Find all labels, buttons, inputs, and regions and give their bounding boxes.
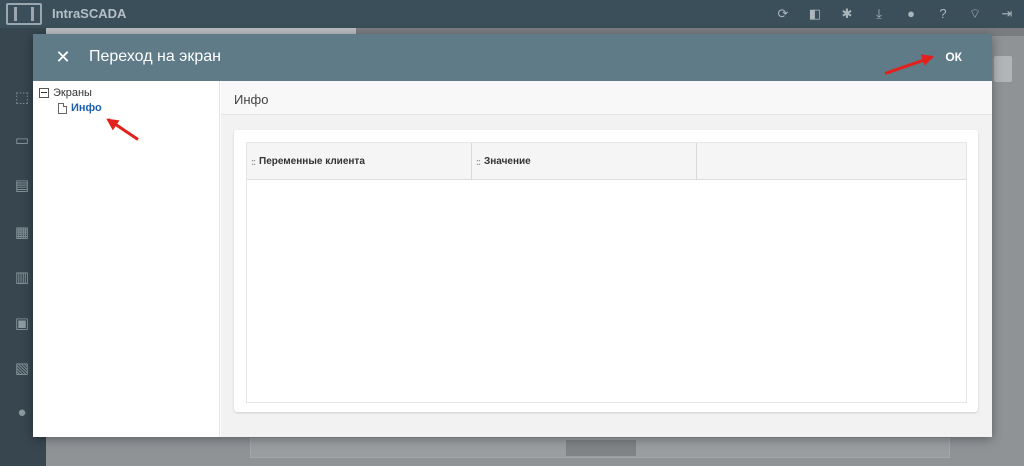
tree-item-label: Инфо [71,102,102,114]
app-toolbar: ⟳ ◧ ✱ ⤓ ● ? ⌔ ⇥ [774,5,1016,23]
document-icon [58,102,67,114]
screen-tree: Экраны Инфо [33,81,220,437]
database-icon[interactable]: ▣ [10,314,34,334]
dialog-header: ✕ Переход на экран ОК [33,34,992,81]
modules-icon[interactable]: ▦ [10,223,34,243]
preview-card: :: Переменные клиента :: Значение [234,130,978,412]
column-label: Переменные клиента [259,156,365,167]
close-icon[interactable]: ✕ [53,47,73,67]
goto-screen-dialog: ✕ Переход на экран ОК Экраны Инфо Инфо :… [33,34,992,437]
app-title: IntraSCADA [52,6,127,21]
reports-icon[interactable]: ▤ [10,176,34,196]
tree-root[interactable]: Экраны [39,87,92,99]
client-variables-table: :: Переменные клиента :: Значение [246,142,967,403]
app-header: IntraSCADA ⟳ ◧ ✱ ⤓ ● ? ⌔ ⇥ [0,0,1024,28]
logout-icon[interactable]: ⇥ [998,5,1016,23]
background-button [994,56,1012,82]
refresh-icon[interactable]: ⟳ [774,5,792,23]
drag-handle-icon[interactable]: :: [476,157,481,167]
ok-button[interactable]: ОК [941,48,966,66]
preview-title: Инфо [234,92,269,107]
screens-icon[interactable]: ▭ [10,131,34,151]
collapse-icon[interactable] [39,88,49,98]
drag-handle-icon[interactable]: :: [251,157,256,167]
tree-root-label: Экраны [53,87,92,99]
column-header-variables[interactable]: :: Переменные клиента [247,143,472,180]
app-logo [6,3,42,25]
tree-item-info[interactable]: Инфо [58,102,102,114]
download-icon[interactable]: ⤓ [870,5,888,23]
bug-icon[interactable]: ● [902,5,920,23]
settings-icon[interactable]: ✱ [838,5,856,23]
table-header: :: Переменные клиента :: Значение [247,143,966,180]
screen-icon[interactable]: ◧ [806,5,824,23]
user-icon[interactable]: ● [10,403,34,423]
dialog-title: Переход на экран [89,48,221,65]
wifi-icon[interactable]: ⌔ [966,5,984,23]
background-bottom-tab [566,440,636,456]
column-header-value[interactable]: :: Значение [472,143,697,180]
charts-icon[interactable]: ▥ [10,268,34,288]
objects-icon[interactable]: ⬚ [10,88,34,108]
screen-preview: Инфо :: Переменные клиента :: Значение [221,81,992,437]
journal-icon[interactable]: ▧ [10,359,34,379]
preview-title-bar: Инфо [221,81,992,115]
column-label: Значение [484,156,531,167]
help-icon[interactable]: ? [934,5,952,23]
